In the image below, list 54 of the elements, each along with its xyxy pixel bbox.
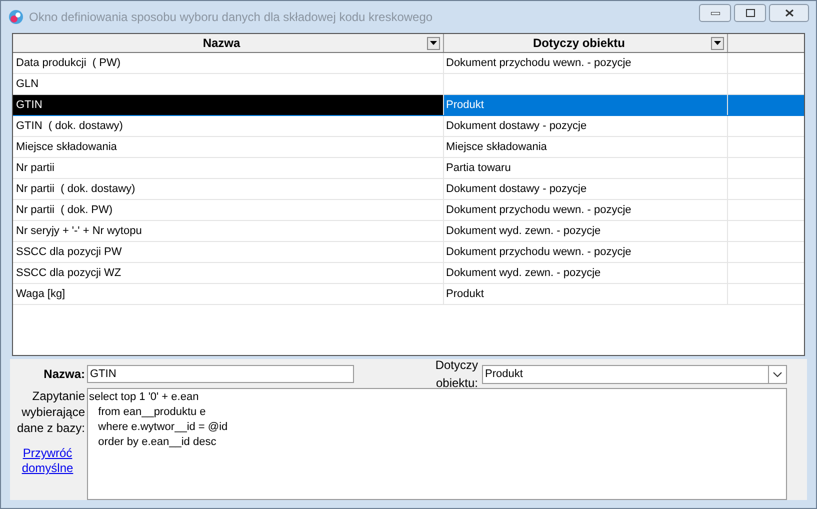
table-cell: Produkt (444, 95, 728, 115)
caret-icon (430, 41, 437, 45)
table-cell: SSCC dla pozycji PW (13, 242, 444, 262)
maximize-icon (746, 9, 754, 17)
object-dropdown[interactable]: Produkt (482, 364, 787, 384)
app-icon (8, 9, 24, 25)
table-row[interactable]: Waga [kg] Produkt (13, 284, 804, 305)
table-cell: Nr partii (13, 158, 444, 178)
table-cell: Partia towaru (444, 158, 728, 178)
table-cell: Dokument przychodu wewn. - pozycje (444, 53, 728, 73)
column-header[interactable]: Nazwa (13, 34, 444, 52)
query-label: Zapytanie wybierające dane z bazy: (16, 388, 85, 436)
name-label: Nazwa: (42, 366, 86, 383)
table-cell: Waga [kg] (13, 284, 444, 304)
table-row[interactable]: Nr partii Partia towaru (13, 158, 804, 179)
caret-icon (714, 41, 721, 45)
maximize-button[interactable] (734, 4, 766, 22)
table-row[interactable]: SSCC dla pozycji PW Dokument przychodu wewn. - pozycje (13, 242, 804, 263)
close-icon (784, 9, 794, 17)
table-row[interactable]: GTIN ( dok. dostawy) Dokument dostawy - pozycje (13, 116, 804, 137)
table-cell: GTIN (13, 95, 444, 115)
close-button[interactable] (769, 4, 809, 22)
table-cell: Dokument wyd. zewn. - pozycje (444, 221, 728, 241)
dropdown-button[interactable] (711, 36, 724, 50)
table-row[interactable]: Nr partii ( dok. dostawy) Dokument dostawy - pozycje (13, 179, 804, 200)
table-cell: Dokument wyd. zewn. - pozycje (444, 263, 728, 283)
table-cell: GLN (13, 74, 444, 94)
table-cell: Miejsce składowania (13, 137, 444, 157)
table-cell: Nr partii ( dok. PW) (13, 200, 444, 220)
restore-defaults-link[interactable]: Przywróć domyślne (18, 446, 78, 476)
table-cell: Nr seryjy + '-' + Nr wytopu (13, 221, 444, 241)
table-row[interactable]: SSCC dla pozycji WZ Dokument wyd. zewn. - pozycje (13, 263, 804, 284)
minimize-icon (710, 12, 720, 14)
table-row[interactable]: Miejsce składowania Miejsce składowania (13, 137, 804, 158)
table-row[interactable]: GTIN Produkt (13, 95, 804, 116)
dropdown-button[interactable] (427, 36, 440, 50)
table-cell: Produkt (444, 284, 728, 304)
window-title: Okno definiowania sposobu wyboru danych dla składowej kodu kreskowego (29, 9, 434, 26)
table-cell: Dokument przychodu wewn. - pozycje (444, 242, 728, 262)
table-cell: Data produkcji ( PW) (13, 53, 444, 73)
table-cell: SSCC dla pozycji WZ (13, 263, 444, 283)
table-cell: Nr partii ( dok. dostawy) (13, 179, 444, 199)
query-field[interactable]: select top 1 '0' + e.ean from ean__produktu e where e.wytwor__id = @id order by e.ean__id desc (87, 388, 787, 500)
chevron-down-icon (773, 372, 782, 376)
table-cell: Dokument dostawy - pozycje (444, 116, 728, 136)
table-row[interactable]: Nr partii ( dok. PW) Dokument przychodu wewn. - pozycje (13, 200, 804, 221)
table-cell: Dokument przychodu wewn. - pozycje (444, 200, 728, 220)
name-field[interactable]: GTIN (87, 365, 354, 383)
table-cell: Dokument dostawy - pozycje (444, 179, 728, 199)
table-row[interactable]: Nr seryjy + '-' + Nr wytopu Dokument wyd. zewn. - pozycje (13, 221, 804, 242)
table-cell: GTIN ( dok. dostawy) (13, 116, 444, 136)
table-row[interactable]: Data produkcji ( PW) Dokument przychodu wewn. - pozycje (13, 53, 804, 74)
table-cell: Miejsce składowania (444, 137, 728, 157)
column-header[interactable]: Dotyczy obiektu (444, 34, 728, 52)
